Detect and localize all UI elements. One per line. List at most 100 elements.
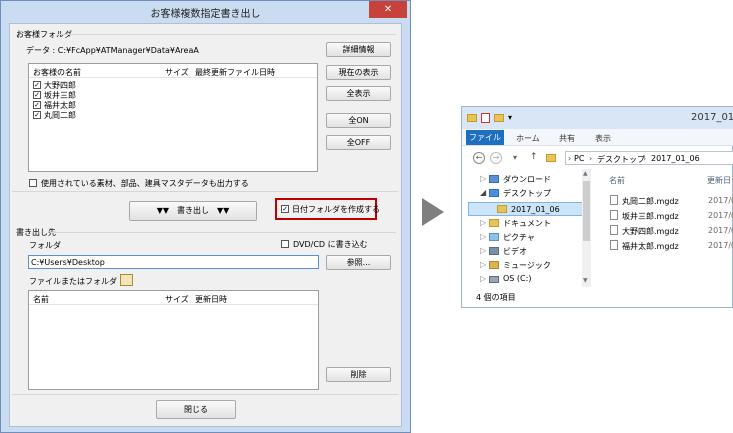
explorer-titlebar: ▾ 2017_01 — [462, 107, 733, 129]
properties-icon[interactable] — [481, 113, 490, 123]
breadcrumb-separator: › — [568, 154, 572, 163]
detail-button[interactable]: 詳細情報 — [326, 42, 391, 57]
file-icon — [610, 225, 618, 235]
expand-icon[interactable]: ▷ — [480, 246, 486, 255]
folder-open-icon[interactable] — [120, 274, 133, 286]
folder-icon — [546, 154, 556, 162]
pictures-icon — [489, 233, 499, 241]
back-icon[interactable]: ← — [473, 152, 485, 164]
folder-icon — [467, 114, 477, 122]
breadcrumb-pc[interactable]: PC — [574, 154, 584, 163]
file-date: 2017/0 — [708, 196, 733, 205]
desktop-icon — [489, 189, 499, 197]
breadcrumb-folder[interactable]: 2017_01_06 — [651, 154, 700, 163]
collapse-icon[interactable]: ◢ — [480, 188, 486, 197]
file-name[interactable]: 坂井三郎.mgdz — [622, 211, 679, 222]
tab-file[interactable]: ファイル — [466, 130, 504, 145]
output-materials-label: 使用されている素材、部品、建具マスタデータも出力する — [41, 179, 249, 188]
expand-icon[interactable]: ▷ — [480, 260, 486, 269]
address-bar[interactable]: › PC › デスクトップ › 2017_01_06 — [565, 151, 733, 165]
recent-dropdown-icon[interactable]: ▾ — [513, 153, 517, 162]
folder-label: フォルダ — [29, 241, 61, 250]
group-divider — [12, 394, 398, 395]
tree-item-os-c[interactable]: OS (C:) — [503, 274, 531, 283]
breadcrumb-desktop[interactable]: デスクトップ — [597, 154, 645, 165]
file-or-folder-label: ファイルまたはフォルダ — [29, 277, 117, 286]
tree-item-selected[interactable]: 2017_01_06 — [468, 202, 590, 216]
file-name[interactable]: 丸岡二郎.mgdz — [622, 196, 679, 207]
documents-icon — [489, 219, 499, 227]
customer-list[interactable]: お客様の名前 サイズ 最終更新ファイル日時 ✓ 大野四郎 ✓ 坂井三郎 ✓ 福井… — [28, 63, 318, 172]
up-icon[interactable]: ↑ — [530, 152, 538, 162]
file-list[interactable]: 名前 サイズ 更新日時 — [28, 290, 319, 390]
all-off-button[interactable]: 全OFF — [326, 135, 391, 150]
drive-icon — [489, 276, 499, 283]
delete-button[interactable]: 削除 — [326, 367, 391, 382]
expand-icon[interactable]: ▷ — [480, 218, 486, 227]
tab-share[interactable]: 共有 — [559, 133, 575, 144]
file-header-divider — [29, 304, 318, 305]
group-divider — [58, 34, 396, 35]
scroll-down-icon[interactable]: ▼ — [583, 277, 588, 284]
close-icon[interactable]: ✕ — [369, 1, 407, 18]
date-folder-checkbox[interactable]: ✓ — [281, 205, 289, 213]
explorer-title: 2017_01 — [691, 112, 733, 123]
dialog-titlebar: お客様複数指定書き出し ✕ — [1, 1, 410, 23]
status-bar-count: 4 個の項目 — [476, 293, 516, 302]
export-button[interactable]: ▼▼ 書き出し ▼▼ — [129, 201, 257, 221]
file-date: 2017/0 — [708, 211, 733, 220]
dvd-label: DVD/CD に書き込む — [293, 240, 368, 249]
output-materials-checkbox[interactable] — [29, 179, 37, 187]
dvd-checkbox[interactable] — [281, 240, 289, 248]
group-divider — [50, 232, 396, 233]
tree-item-documents[interactable]: ドキュメント — [503, 218, 551, 229]
forward-icon[interactable]: → — [490, 152, 502, 164]
downloads-icon — [489, 175, 499, 183]
export-dialog: お客様複数指定書き出し ✕ お客様フォルダ データ : C:¥FcApp¥ATM… — [0, 0, 411, 433]
column-header-name[interactable]: 名前 — [609, 175, 625, 186]
expand-icon[interactable]: ▷ — [480, 274, 486, 283]
file-icon — [610, 240, 618, 250]
new-folder-icon[interactable] — [494, 114, 504, 122]
folder-path-input[interactable]: C:¥Users¥Desktop — [28, 255, 319, 269]
customer-checkbox[interactable]: ✓ — [33, 101, 41, 109]
tree-item-videos[interactable]: ビデオ — [503, 246, 527, 257]
browse-button[interactable]: 参照... — [326, 255, 391, 270]
breadcrumb-separator: › — [589, 154, 593, 163]
tree-item-desktop[interactable]: デスクトップ — [503, 188, 551, 199]
tab-home[interactable]: ホーム — [516, 133, 540, 144]
folder-path-value: C:¥Users¥Desktop — [31, 258, 105, 267]
file-name[interactable]: 福井太郎.mgdz — [622, 241, 679, 252]
close-button[interactable]: 閉じる — [156, 400, 236, 419]
data-path: データ : C:¥FcApp¥ATManager¥Data¥AreaA — [26, 46, 199, 55]
customer-checkbox[interactable]: ✓ — [33, 81, 41, 89]
show-all-button[interactable]: 全表示 — [326, 86, 391, 101]
folder-icon — [497, 205, 507, 213]
date-folder-highlight: ✓ 日付フォルダを作成する — [275, 198, 380, 220]
tree-scrollbar[interactable]: ▲ ▼ — [582, 169, 591, 287]
customer-checkbox[interactable]: ✓ — [33, 111, 41, 119]
tree-item-2017-01-06[interactable]: 2017_01_06 — [511, 205, 560, 214]
explorer-window: ▾ 2017_01 ファイル ホーム 共有 表示 ← → ▾ ↑ › PC › … — [461, 106, 733, 308]
file-name[interactable]: 大野四郎.mgdz — [622, 226, 679, 237]
file-icon — [610, 195, 618, 205]
dialog-client: お客様フォルダ データ : C:¥FcApp¥ATManager¥Data¥Ar… — [9, 23, 402, 427]
arrow-right-icon — [422, 198, 444, 226]
scroll-thumb[interactable] — [583, 181, 590, 241]
quick-access-dropdown-icon[interactable]: ▾ — [508, 113, 512, 122]
customer-checkbox[interactable]: ✓ — [33, 91, 41, 99]
dialog-title: お客様複数指定書き出し — [150, 9, 261, 20]
scroll-up-icon[interactable]: ▲ — [583, 170, 588, 177]
date-folder-label: 日付フォルダを作成する — [292, 205, 380, 214]
expand-icon[interactable]: ▷ — [480, 174, 486, 183]
expand-icon[interactable]: ▷ — [480, 232, 486, 241]
tree-item-music[interactable]: ミュージック — [503, 260, 551, 271]
music-icon — [489, 261, 499, 269]
all-on-button[interactable]: 全ON — [326, 113, 391, 128]
column-header-updated[interactable]: 更新日 — [707, 175, 731, 186]
breadcrumb-separator: › — [643, 154, 647, 163]
tree-item-downloads[interactable]: ダウンロード — [503, 174, 551, 185]
tree-item-pictures[interactable]: ピクチャ — [503, 232, 535, 243]
tab-view[interactable]: 表示 — [595, 133, 611, 144]
show-current-button[interactable]: 現在の表示 — [326, 65, 391, 80]
